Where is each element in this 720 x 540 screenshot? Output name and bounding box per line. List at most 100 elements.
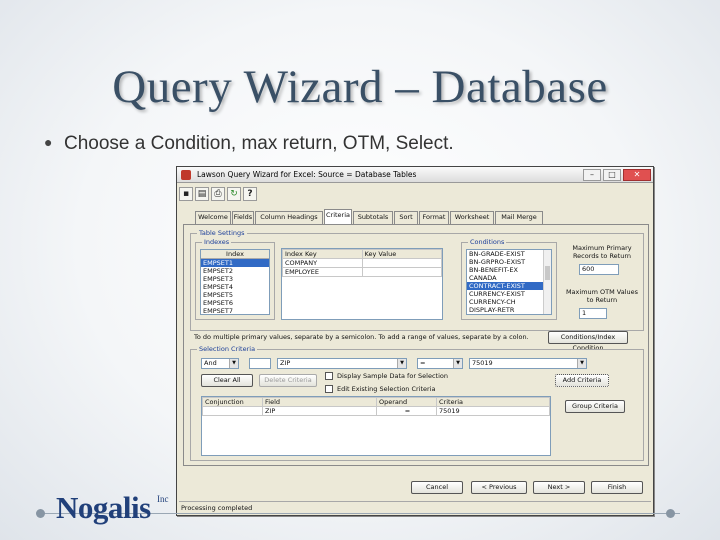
- scrollbar-thumb[interactable]: [545, 266, 550, 280]
- list-item[interactable]: CURRENCY-CH: [467, 298, 551, 306]
- tab-subtotals[interactable]: Subtotals: [353, 211, 393, 224]
- field-header: Field: [262, 397, 377, 407]
- window-titlebar[interactable]: Lawson Query Wizard for Excel: Source = …: [177, 167, 653, 183]
- list-item[interactable]: CONTRACT-EXIST: [467, 282, 551, 290]
- table-cell: COMPANY: [282, 258, 363, 268]
- field-value: ZIP: [280, 359, 291, 367]
- finish-button[interactable]: Finish: [591, 481, 643, 494]
- index-keys-table[interactable]: Index Key Key Value COMPANY EMPLOYEE: [281, 248, 443, 320]
- tab-column-headings[interactable]: Column Headings: [255, 211, 323, 224]
- table-row[interactable]: ZIP = 75019: [202, 406, 550, 416]
- tab-mail-merge[interactable]: Mail Merge: [495, 211, 543, 224]
- close-button[interactable]: ✕: [623, 169, 651, 181]
- table-cell: ZIP: [262, 406, 377, 416]
- app-icon: [181, 170, 191, 180]
- chevron-down-icon: ▼: [397, 359, 406, 368]
- sample-data-checkbox[interactable]: [325, 372, 333, 380]
- list-item[interactable]: DISPLAY-RETR: [467, 306, 551, 314]
- list-item[interactable]: BN-GRADE-EXIST: [467, 250, 551, 258]
- conditions-group: Conditions BN-GRADE-EXIST BN-GRPRO-EXIST…: [461, 238, 557, 320]
- criteria-value: 75019: [472, 359, 493, 367]
- previous-button[interactable]: < Previous: [471, 481, 527, 494]
- criteria-header: Criteria: [436, 397, 550, 407]
- conjunction-select[interactable]: And ▼: [201, 358, 239, 369]
- extra-input[interactable]: [249, 358, 271, 369]
- minimize-button[interactable]: –: [583, 169, 601, 181]
- logo-name: Nogalis: [56, 490, 151, 525]
- criteria-value-select[interactable]: 75019 ▼: [469, 358, 587, 369]
- table-row[interactable]: EMPLOYEE: [282, 267, 442, 277]
- refresh-icon[interactable]: ↻: [227, 187, 241, 201]
- group-criteria-button[interactable]: Group Criteria: [565, 400, 625, 413]
- bullet-text: Choose a Condition, max return, OTM, Sel…: [64, 133, 454, 154]
- clear-all-button[interactable]: Clear All: [201, 374, 253, 387]
- delete-criteria-button[interactable]: Delete Criteria: [259, 374, 317, 387]
- conditions-label: Conditions: [468, 238, 507, 246]
- tab-sort[interactable]: Sort: [394, 211, 418, 224]
- query-icon[interactable]: ▤: [195, 187, 209, 201]
- table-cell: =: [376, 406, 437, 416]
- tab-welcome[interactable]: Welcome: [195, 211, 231, 224]
- list-item[interactable]: EMPSET2: [201, 267, 269, 275]
- sample-data-label: Display Sample Data for Selection: [337, 372, 449, 380]
- table-cell[interactable]: [361, 267, 442, 277]
- conditions-scrollbar[interactable]: [543, 250, 551, 314]
- chevron-down-icon: ▼: [577, 359, 586, 368]
- next-button[interactable]: Next >: [533, 481, 585, 494]
- status-bar: Processing completed: [179, 501, 651, 513]
- list-item[interactable]: BN-BENEFIT-EX: [467, 266, 551, 274]
- criteria-table: Conjunction Field Operand Criteria ZIP =…: [202, 397, 550, 416]
- max-otm-label: Maximum OTM Values to Return: [565, 288, 639, 304]
- table-cell[interactable]: [361, 258, 442, 268]
- edit-existing-label: Edit Existing Selection Criteria: [337, 385, 436, 393]
- list-item[interactable]: EMPSET7: [201, 307, 269, 314]
- tab-worksheet[interactable]: Worksheet: [450, 211, 494, 224]
- conditions-button[interactable]: Conditions/Index Condition: [548, 331, 628, 352]
- list-item[interactable]: BN-GRPRO-EXIST: [467, 258, 551, 266]
- tab-criteria[interactable]: Criteria: [324, 209, 352, 224]
- bullet-dot-icon: ●: [44, 134, 53, 150]
- selection-criteria-label: Selection Criteria: [197, 345, 258, 353]
- list-item[interactable]: EMPSET4: [201, 283, 269, 291]
- conjunction-value: And: [204, 359, 217, 367]
- indexes-group: Indexes Index EMPSET1 EMPSET2 EMPSET3 EM…: [195, 238, 275, 320]
- help-icon[interactable]: ?: [243, 187, 257, 201]
- list-item[interactable]: EMPSET1: [201, 259, 269, 267]
- list-item[interactable]: EMPSET3: [201, 275, 269, 283]
- list-item[interactable]: CURRENCY-EXIST: [467, 290, 551, 298]
- window-title: Lawson Query Wizard for Excel: Source = …: [197, 170, 417, 179]
- table-settings-label: Table Settings: [197, 229, 247, 237]
- max-records-input[interactable]: 600: [579, 264, 619, 275]
- indexes-list[interactable]: Index EMPSET1 EMPSET2 EMPSET3 EMPSET4 EM…: [200, 249, 270, 315]
- list-item[interactable]: EMPSET5: [201, 291, 269, 299]
- criteria-grid[interactable]: Conjunction Field Operand Criteria ZIP =…: [201, 396, 551, 456]
- slide-title: Query Wizard – Database: [112, 61, 608, 113]
- list-item[interactable]: CANADA: [467, 274, 551, 282]
- conjunction-header: Conjunction: [202, 397, 263, 407]
- operand-header: Operand: [376, 397, 437, 407]
- field-select[interactable]: ZIP ▼: [277, 358, 407, 369]
- tab-fields[interactable]: Fields: [232, 211, 254, 224]
- footer-dot-right: [666, 509, 675, 518]
- table-cell: 75019: [436, 406, 550, 416]
- add-criteria-button[interactable]: Add Criteria: [555, 374, 609, 387]
- operand-select[interactable]: = ▼: [417, 358, 463, 369]
- conditions-list[interactable]: BN-GRADE-EXIST BN-GRPRO-EXIST BN-BENEFIT…: [466, 249, 552, 315]
- save-icon[interactable]: ▪: [179, 187, 193, 201]
- selection-criteria-group: Selection Criteria And ▼ ZIP ▼ = ▼ 75019 ▼ C…: [190, 345, 644, 461]
- table-row[interactable]: COMPANY: [282, 258, 442, 268]
- maximize-button[interactable]: □: [603, 169, 621, 181]
- max-records-label: Maximum Primary Records to Return: [572, 244, 632, 260]
- max-otm-input[interactable]: 1: [579, 308, 607, 319]
- index-key-header: Index Key: [282, 249, 363, 259]
- list-item[interactable]: EMPSET6: [201, 299, 269, 307]
- index-keys-grid: Index Key Key Value COMPANY EMPLOYEE: [282, 249, 442, 277]
- table-cell: [202, 406, 263, 416]
- tab-format[interactable]: Format: [419, 211, 449, 224]
- cancel-button[interactable]: Cancel: [411, 481, 463, 494]
- criteria-panel: Table Settings Indexes Index EMPSET1 EMP…: [183, 224, 649, 466]
- print-icon[interactable]: ⎙: [211, 187, 225, 201]
- edit-existing-checkbox[interactable]: [325, 385, 333, 393]
- key-value-header: Key Value: [361, 249, 442, 259]
- indexes-label: Indexes: [202, 238, 232, 246]
